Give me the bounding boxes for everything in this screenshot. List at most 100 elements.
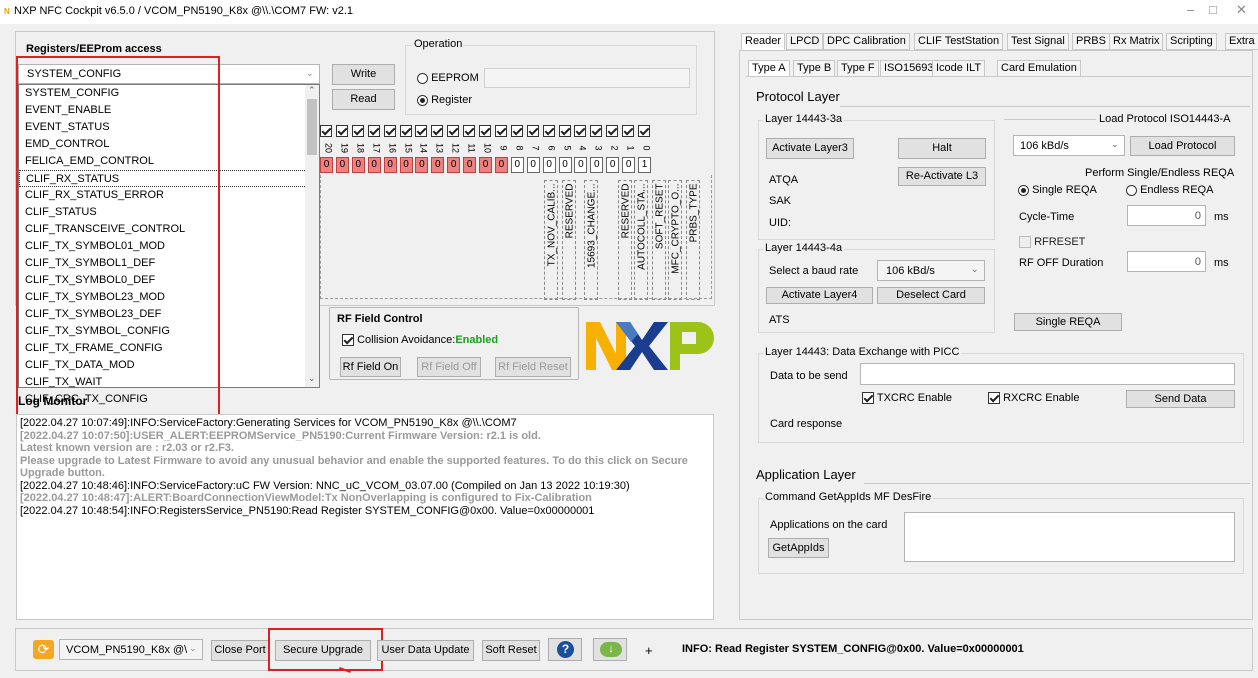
tab-reader[interactable]: Reader <box>741 33 786 50</box>
rf-field-title: RF Field Control <box>337 313 423 325</box>
subtab-card-emulation[interactable]: Card Emulation <box>997 60 1081 77</box>
load-baud-select[interactable]: 106 kBd/s ⌄ <box>1013 135 1125 156</box>
bit-checkbox[interactable] <box>399 125 412 137</box>
op-eeprom-radio[interactable]: EEPROM <box>417 72 479 84</box>
activate-layer4-button[interactable]: Activate Layer4 <box>766 287 873 304</box>
getappids-button[interactable]: GetAppIds <box>768 538 829 558</box>
bit-value[interactable]: 0 <box>399 157 413 173</box>
subtab-type-a[interactable]: Type A <box>748 60 790 77</box>
rf-field-reset-button[interactable]: Rf Field Reset <box>495 357 571 377</box>
add-icon[interactable]: + <box>645 643 653 658</box>
applications-output[interactable] <box>904 512 1235 562</box>
bit-checkbox[interactable] <box>510 125 523 137</box>
maximize-button[interactable]: □ <box>1209 2 1217 17</box>
bit-value[interactable]: 0 <box>415 157 429 173</box>
bit-checkbox[interactable] <box>638 125 650 137</box>
rfreset-checkbox[interactable]: RFRESET <box>1019 236 1085 249</box>
bit-checkbox[interactable] <box>542 125 555 137</box>
subtab-icode-ilt[interactable]: Icode ILT <box>932 60 986 77</box>
bit-checkbox[interactable] <box>558 125 571 137</box>
close-port-button[interactable]: Close Port <box>211 640 269 661</box>
tab-rx-matrix[interactable]: Rx Matrix <box>1109 33 1164 50</box>
help-icon[interactable]: ? <box>548 638 582 661</box>
bit-checkbox[interactable] <box>494 125 507 137</box>
rf-field-on-button[interactable]: Rf Field On <box>340 357 401 377</box>
log-monitor[interactable]: [2022.04.27 10:07:49]:INFO:ServiceFactor… <box>16 414 714 620</box>
bit-checkbox[interactable] <box>431 125 444 137</box>
bit-value[interactable]: 0 <box>494 157 508 173</box>
tab-scripting[interactable]: Scripting <box>1166 33 1217 50</box>
bit-checkbox[interactable] <box>367 125 380 137</box>
txcrc-checkbox[interactable]: TXCRC Enable <box>862 392 952 405</box>
bit-value[interactable]: 0 <box>574 157 588 173</box>
bit-checkbox[interactable] <box>574 125 587 137</box>
minimize-button[interactable]: – <box>1187 2 1194 17</box>
bit-value[interactable]: 0 <box>606 157 620 173</box>
refresh-icon[interactable]: ⟳ <box>33 640 54 659</box>
deselect-card-button[interactable]: Deselect Card <box>877 287 985 304</box>
bit-value[interactable]: 0 <box>510 157 524 173</box>
tab-extra[interactable]: Extra <box>1225 33 1258 50</box>
subtab-type-f[interactable]: Type F <box>837 60 879 77</box>
halt-button[interactable]: Halt <box>898 138 986 159</box>
bit-value[interactable]: 0 <box>463 157 477 173</box>
dropdown-scrollbar[interactable]: ⌃ ⌄ <box>305 85 319 387</box>
cloud-download-icon[interactable]: ↓ <box>593 638 627 661</box>
load-protocol-button[interactable]: Load Protocol <box>1130 136 1235 156</box>
bit-checkbox[interactable] <box>335 125 348 137</box>
bit-value[interactable]: 0 <box>351 157 365 173</box>
tab-dpc-calibration[interactable]: DPC Calibration <box>823 33 910 50</box>
cycle-time-input[interactable]: 0 <box>1127 205 1206 226</box>
bit-value[interactable]: 0 <box>590 157 604 173</box>
baud-rate-select[interactable]: 106 kBd/s ⌄ <box>877 260 985 281</box>
bit-checkbox[interactable] <box>351 125 364 137</box>
tab-clif-teststation[interactable]: CLIF TestStation <box>914 33 1004 50</box>
bit-value[interactable]: 0 <box>383 157 397 173</box>
bit-value[interactable]: 0 <box>335 157 349 173</box>
subtab-type-b[interactable]: Type B <box>793 60 836 77</box>
bit-value[interactable]: 0 <box>542 157 556 173</box>
send-data-button[interactable]: Send Data <box>1126 390 1235 408</box>
subtab-iso15693[interactable]: ISO15693 <box>880 60 938 77</box>
bit-checkbox[interactable] <box>463 125 476 137</box>
bit-checkbox[interactable] <box>383 125 396 137</box>
user-data-update-button[interactable]: User Data Update <box>377 640 474 661</box>
bit-checkbox[interactable] <box>320 125 332 137</box>
read-button[interactable]: Read <box>332 89 395 110</box>
bit-value[interactable]: 1 <box>638 157 651 173</box>
tab-prbs[interactable]: PRBS <box>1072 33 1110 50</box>
soft-reset-button[interactable]: Soft Reset <box>482 640 540 661</box>
reactivate-l3-button[interactable]: Re-Activate L3 <box>898 167 986 186</box>
bit-value[interactable]: 0 <box>447 157 461 173</box>
bit-checkbox[interactable] <box>606 125 619 137</box>
single-reqa-button[interactable]: Single REQA <box>1014 313 1122 331</box>
bit-value[interactable]: 0 <box>526 157 540 173</box>
bit-value[interactable]: 0 <box>558 157 572 173</box>
bit-value[interactable]: 0 <box>622 157 636 173</box>
activate-layer3-button[interactable]: Activate Layer3 <box>766 138 854 159</box>
bit-checkbox[interactable] <box>622 125 635 137</box>
rxcrc-checkbox[interactable]: RXCRC Enable <box>988 392 1079 405</box>
bit-checkbox[interactable] <box>415 125 428 137</box>
close-button[interactable]: ✕ <box>1236 2 1247 18</box>
rf-field-off-button[interactable]: Rf Field Off <box>417 357 481 377</box>
rf-off-duration-input[interactable]: 0 <box>1127 251 1206 272</box>
tab-lpcd[interactable]: LPCD <box>786 33 824 50</box>
single-reqa-radio[interactable]: Single REQA <box>1018 184 1097 196</box>
bit-value[interactable]: 0 <box>320 157 333 173</box>
bit-value[interactable]: 0 <box>479 157 492 173</box>
bit-checkbox[interactable] <box>526 125 539 137</box>
bit-checkbox[interactable] <box>479 125 491 137</box>
bit-value[interactable]: 0 <box>367 157 381 173</box>
tab-test-signal[interactable]: Test Signal <box>1007 33 1069 50</box>
write-button[interactable]: Write <box>332 64 395 85</box>
bit-checkbox[interactable] <box>447 125 460 137</box>
port-select[interactable]: VCOM_PN5190_K8x @\ ⌄ <box>59 639 203 660</box>
op-register-radio[interactable]: Register <box>417 94 472 106</box>
collision-avoidance-checkbox[interactable]: Collision Avoidance:Enabled <box>342 334 498 347</box>
endless-reqa-radio[interactable]: Endless REQA <box>1126 184 1213 196</box>
bit-value[interactable]: 0 <box>431 157 445 173</box>
bit-checkbox[interactable] <box>590 125 603 137</box>
data-to-send-input[interactable] <box>860 363 1235 385</box>
nxp-app-icon: N <box>4 7 10 16</box>
